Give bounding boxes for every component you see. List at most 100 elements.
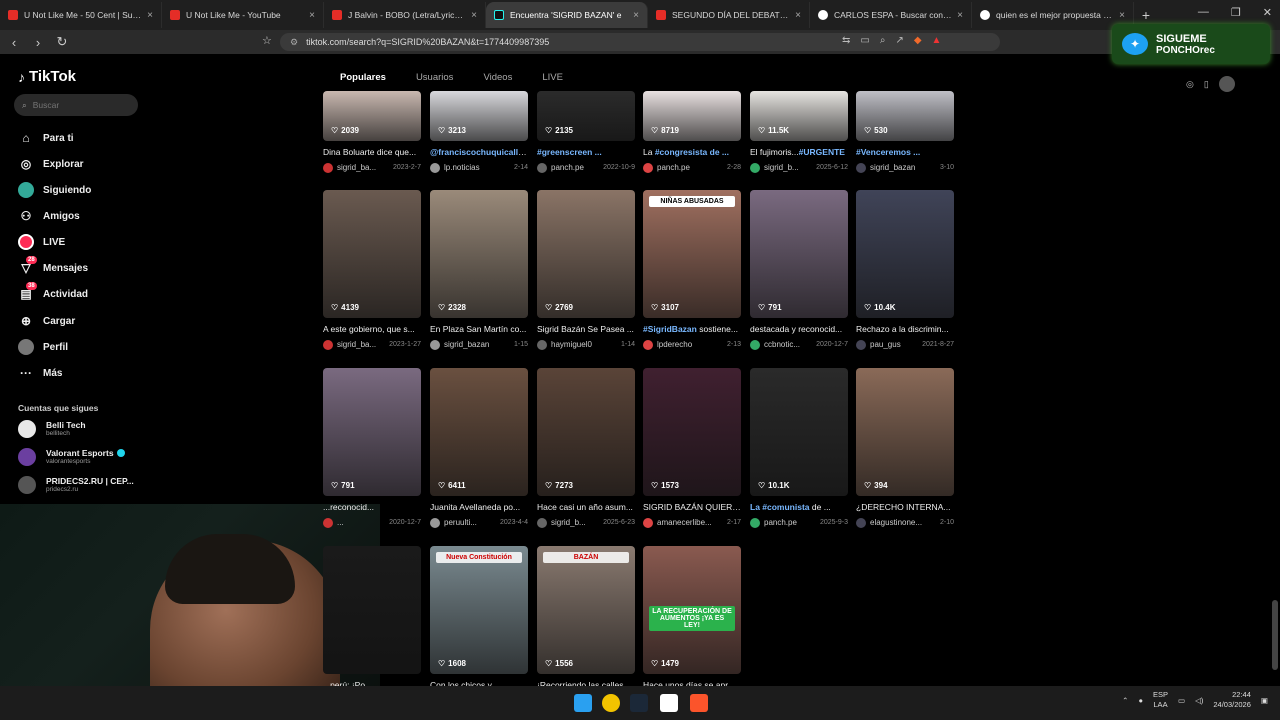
video-thumbnail[interactable]: ♡ 1573 — [643, 368, 741, 496]
author-avatar[interactable] — [856, 339, 866, 350]
browser-tab[interactable]: U Not Like Me - 50 Cent | Subtitulad × — [0, 2, 162, 28]
new-tab-icon[interactable]: + — [1134, 7, 1158, 23]
video-card[interactable]: NIÑAS ABUSADAS ♡ 3107 #SigridBazan sostiene… — [643, 190, 741, 350]
cast-icon[interactable]: ▭ — [860, 35, 869, 46]
author-name[interactable]: sigrid_b... — [764, 163, 813, 172]
hashtag-link[interactable]: #SigridBazan — [643, 324, 697, 334]
video-card[interactable]: ♡ 10.1K La #comunista de ... panch.pe 2025-9… — [750, 368, 848, 528]
tab-videos[interactable]: Videos — [483, 72, 512, 83]
video-title[interactable]: ...reconocid... — [323, 502, 421, 513]
video-card[interactable]: ♡ 4139 A este gobierno, que s... sigrid_ba.… — [323, 190, 421, 350]
volume-icon[interactable]: ◁) — [1195, 696, 1203, 705]
windows-start-icon[interactable] — [574, 694, 592, 712]
nav-item-messages[interactable]: ▽ 28 Mensajes — [18, 256, 158, 280]
restore-icon[interactable]: ❐ — [1231, 6, 1241, 19]
video-title[interactable]: #Venceremos ... — [856, 147, 954, 158]
video-card[interactable]: ♡ 2769 Sigrid Bazán Se Pasea ... haymiguel0… — [537, 190, 635, 350]
video-card[interactable]: LA RECUPERACIÓN DE AUMENTOS ¡YA ES LEY! ♡… — [643, 546, 741, 691]
video-title[interactable]: @franciscochuquicallata — [430, 147, 528, 158]
video-title[interactable]: destacada y reconocid... — [750, 324, 848, 335]
tab-populares[interactable]: Populares — [340, 72, 386, 83]
video-card[interactable]: ♡ 1573 SIGRID BAZÁN QUIERE... amanecerlibe.… — [643, 368, 741, 528]
video-card[interactable]: ♡ 791 ...reconocid...... 2020-12-7 — [323, 368, 421, 528]
language-indicator[interactable]: ESP LAA — [1153, 690, 1168, 710]
author-avatar[interactable] — [323, 517, 333, 528]
author-avatar[interactable] — [643, 162, 653, 173]
video-card[interactable]: ♡ 3213 @franciscochuquicallata lp.noticias 2… — [430, 91, 528, 173]
video-title[interactable]: El fujimoris...#URGENTE — [750, 147, 848, 158]
browser-tab[interactable]: CARLOS ESPA - Buscar con Google × — [810, 2, 972, 28]
author-avatar[interactable] — [430, 517, 440, 528]
video-card[interactable]: ♡ 8719 La #congresista de ... panch.pe 2-28 — [643, 91, 741, 173]
search-input[interactable] — [32, 100, 113, 110]
author-avatar[interactable] — [537, 339, 547, 350]
video-thumbnail[interactable]: ♡ 791 — [750, 190, 848, 318]
video-title[interactable]: La #congresista de ... — [643, 147, 741, 158]
video-thumbnail[interactable]: NIÑAS ABUSADAS ♡ 3107 — [643, 190, 741, 318]
device-icon[interactable]: ▯ — [1204, 79, 1209, 90]
video-title[interactable]: Rechazo a la discrimin... — [856, 324, 954, 335]
video-thumbnail[interactable]: ♡ 2328 — [430, 190, 528, 318]
author-name[interactable]: lp.noticias — [444, 163, 511, 172]
following-account[interactable]: Belli Tech bellitech — [18, 418, 168, 440]
author-avatar[interactable] — [323, 162, 333, 173]
hashtag-link[interactable]: @franciscochuquicallata — [430, 147, 528, 157]
author-name[interactable]: sigrid_bazan — [444, 340, 511, 349]
video-thumbnail[interactable]: ♡ 7273 — [537, 368, 635, 496]
video-card[interactable]: ♡ 2328 En Plaza San Martín co... sigrid_baz… — [430, 190, 528, 350]
zoom-icon[interactable]: ⌕ — [880, 35, 886, 46]
nav-item-profile[interactable]: Perfil — [18, 335, 158, 359]
close-tab-icon[interactable]: × — [309, 10, 315, 21]
video-title[interactable]: Sigrid Bazán Se Pasea ... — [537, 324, 635, 335]
close-tab-icon[interactable]: × — [633, 10, 639, 21]
close-tab-icon[interactable]: × — [957, 10, 963, 21]
video-title[interactable]: ¿DERECHO INTERNA... — [856, 502, 954, 513]
video-thumbnail[interactable]: ♡ 2135 — [537, 91, 635, 141]
mic-icon[interactable]: ● — [1138, 696, 1143, 705]
brave-shield-icon[interactable]: ◆ — [914, 35, 922, 46]
video-card[interactable]: Nueva Constitución ♡ 1608 Con los chicos y.… — [430, 546, 528, 691]
tiktok-logo[interactable]: ♪ TikTok — [18, 68, 76, 85]
close-tab-icon[interactable]: × — [795, 10, 801, 21]
video-card[interactable]: ♡ 394 ¿DERECHO INTERNA... elagustinone... 2-… — [856, 368, 954, 528]
hashtag-link[interactable]: #Venceremos ... — [856, 147, 920, 157]
author-name[interactable]: panch.pe — [551, 163, 600, 172]
author-name[interactable]: elagustinone... — [870, 518, 937, 527]
video-card[interactable]: ♡ 2039 Dina Boluarte dice que... sigrid_ba.… — [323, 91, 421, 173]
video-card[interactable]: BAZÁN ♡ 1556 ¡Recorriendo las calles... — [537, 546, 635, 691]
network-icon[interactable]: ▭ — [1178, 696, 1185, 705]
browser-tab[interactable]: U Not Like Me - YouTube × — [162, 2, 324, 28]
author-name[interactable]: sigrid_ba... — [337, 163, 390, 172]
video-card[interactable]: ♡ 791 destacada y reconocid... ccbnotic... 2… — [750, 190, 848, 350]
author-name[interactable]: sigrid_bazan — [870, 163, 937, 172]
author-name[interactable]: panch.pe — [764, 518, 817, 527]
browser-tab[interactable]: J Balvin - BOBO (Letra/Lyrics) - YouT × — [324, 2, 486, 28]
author-avatar[interactable] — [750, 339, 760, 350]
author-avatar[interactable] — [323, 339, 333, 350]
video-thumbnail[interactable]: ♡ 530 — [856, 91, 954, 141]
video-thumbnail[interactable]: ♡ 6411 — [430, 368, 528, 496]
page-scrollbar[interactable] — [1272, 600, 1278, 670]
steam-icon[interactable] — [630, 694, 648, 712]
nav-item-activity[interactable]: ▤ 38 Actividad — [18, 282, 158, 306]
hashtag-link[interactable]: #URGENTE — [799, 147, 845, 157]
video-thumbnail[interactable]: ♡ 4139 — [323, 190, 421, 318]
author-avatar[interactable] — [430, 339, 440, 350]
share-icon[interactable]: ↗ — [895, 35, 903, 46]
video-title[interactable]: La #comunista de ... — [750, 502, 848, 513]
nav-item-home[interactable]: ⌂ Para ti — [18, 126, 158, 150]
author-name[interactable]: lpderecho — [657, 340, 724, 349]
video-card[interactable]: ♡ 2135 #greenscreen ... panch.pe 2022-10-9 — [537, 91, 635, 173]
video-thumbnail[interactable]: ♡ 791 — [323, 368, 421, 496]
author-avatar[interactable] — [537, 517, 547, 528]
following-account[interactable]: Valorant Esports valorantesports — [18, 446, 168, 468]
author-name[interactable]: panch.pe — [657, 163, 724, 172]
author-avatar[interactable] — [750, 162, 760, 173]
video-title[interactable]: SIGRID BAZÁN QUIERE... — [643, 502, 741, 513]
notification-icon[interactable]: ▣ — [1261, 696, 1268, 705]
author-avatar[interactable] — [856, 162, 866, 173]
video-thumbnail[interactable]: ♡ 394 — [856, 368, 954, 496]
browser-tab[interactable]: quien es el mejor propuesta para el × — [972, 2, 1134, 28]
close-tab-icon[interactable]: × — [147, 10, 153, 21]
nav-item-live[interactable]: LIVE — [18, 230, 158, 254]
